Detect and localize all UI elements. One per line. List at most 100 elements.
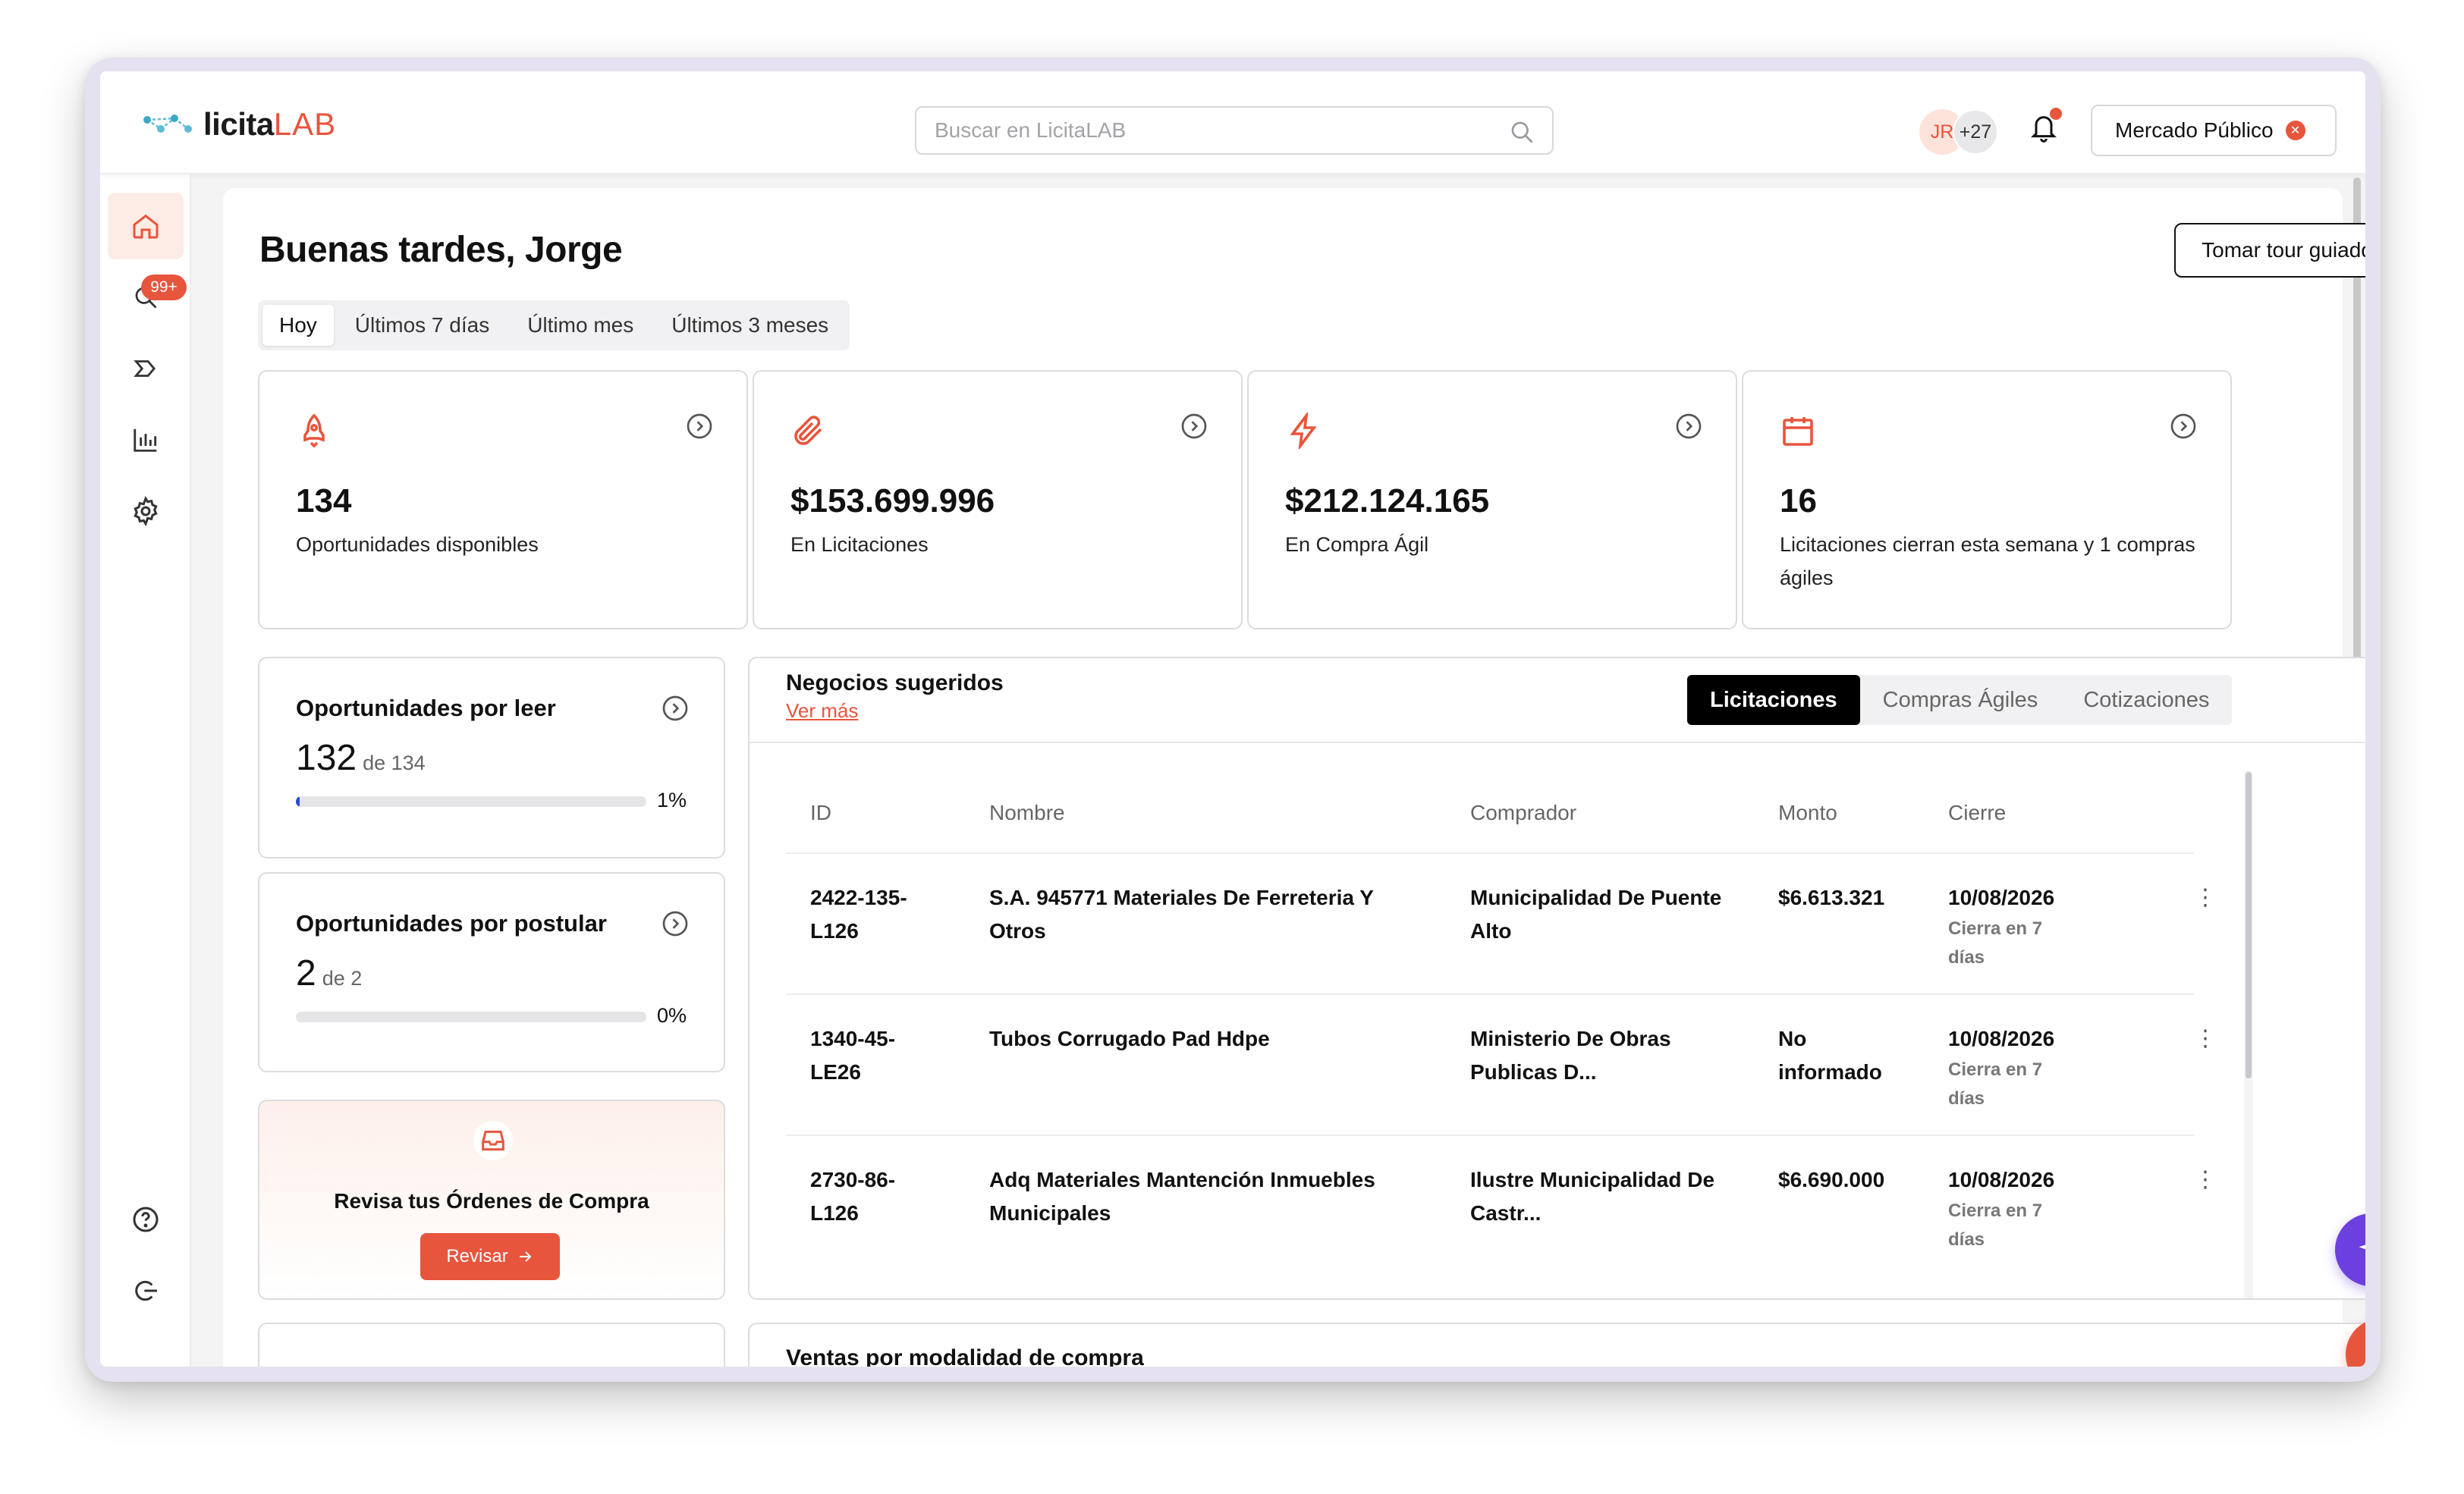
suggested-business-panel: Negocios sugeridos Ver más Licitaciones … bbox=[748, 657, 2365, 1300]
rocket-icon bbox=[303, 413, 325, 448]
divider bbox=[750, 742, 2365, 743]
more-options-icon[interactable]: ⋮ bbox=[2194, 1025, 2217, 1052]
more-options-icon[interactable]: ⋮ bbox=[2194, 1166, 2217, 1193]
cell-close-sub: Cierra en 7 días bbox=[1948, 1056, 2054, 1113]
cell-id: 2730-86- L126 bbox=[810, 1163, 895, 1230]
tab-ultimos-3-meses[interactable]: Últimos 3 meses bbox=[655, 305, 845, 346]
stat-label: En Compra Ágil bbox=[1285, 533, 1429, 556]
cell-close-sub: Cierra en 7 días bbox=[1948, 1197, 2054, 1254]
sidebar-item-home[interactable] bbox=[108, 193, 184, 259]
cell-id-line2: LE26 bbox=[810, 1060, 861, 1084]
cell-amount: No informado bbox=[1778, 1022, 1882, 1089]
date-range-tabs: Hoy Últimos 7 días Último mes Últimos 3 … bbox=[258, 300, 850, 350]
review-orders-label: Revisar bbox=[446, 1246, 508, 1266]
arrow-circle-icon[interactable] bbox=[684, 411, 715, 441]
sidebar-item-settings[interactable] bbox=[108, 478, 184, 545]
close-icon[interactable]: ✕ bbox=[2285, 121, 2305, 140]
cell-amount-line1: $6.690.000 bbox=[1778, 1168, 1885, 1191]
arrow-circle-icon[interactable] bbox=[2168, 411, 2198, 441]
page-title: Buenas tardes, Jorge bbox=[259, 230, 623, 270]
cell-close-sub-line1: Cierra en 7 bbox=[1948, 918, 2043, 939]
arrow-right-icon bbox=[519, 1251, 532, 1262]
cell-buyer-line2: Publicas D... bbox=[1470, 1060, 1597, 1084]
avatar-more-count[interactable]: +27 bbox=[1953, 109, 1998, 155]
sidebar-item-search[interactable]: 99+ bbox=[108, 264, 187, 331]
count-value: 132 de 134 bbox=[296, 737, 426, 779]
column-header-name[interactable]: Nombre bbox=[989, 801, 1065, 825]
tab-licitaciones[interactable]: Licitaciones bbox=[1687, 675, 1860, 725]
progress-bar bbox=[296, 796, 646, 807]
count-total: de 2 bbox=[322, 967, 363, 990]
cell-name-line2: Municipales bbox=[989, 1201, 1111, 1225]
stat-card-closing-this-week[interactable]: 16 Licitaciones cierran esta semana y 1 … bbox=[1742, 370, 2232, 629]
paperclip-icon bbox=[794, 416, 822, 445]
arrow-circle-icon[interactable] bbox=[1179, 411, 1209, 441]
cell-name-line1: Tubos Corrugado Pad Hdpe bbox=[989, 1027, 1270, 1050]
sidebar-item-pipeline[interactable] bbox=[108, 335, 184, 402]
logo-text: licitaLAB bbox=[203, 106, 336, 143]
tab-compras-agiles[interactable]: Compras Ágiles bbox=[1860, 675, 2061, 725]
table-row[interactable]: 2422-135- L126 S.A. 945771 Materiales De … bbox=[786, 852, 2217, 993]
tab-ultimo-mes[interactable]: Último mes bbox=[511, 305, 650, 346]
search-input[interactable] bbox=[916, 108, 1493, 153]
calendar-icon bbox=[1783, 417, 1813, 446]
cell-name-line1: S.A. 945771 Materiales De Ferreteria Y bbox=[989, 886, 1374, 909]
progress-bar bbox=[296, 1012, 646, 1022]
count-number: 132 bbox=[296, 738, 357, 778]
see-more-link[interactable]: Ver más bbox=[786, 699, 858, 723]
review-orders-button[interactable]: Revisar bbox=[420, 1233, 560, 1280]
sidebar: 99+ bbox=[100, 174, 191, 1367]
logo[interactable]: licitaLAB bbox=[143, 106, 336, 143]
sidebar-item-analytics[interactable] bbox=[108, 406, 184, 473]
stat-card-opportunities[interactable]: 134 Oportunidades disponibles bbox=[258, 370, 748, 629]
column-header-buyer[interactable]: Comprador bbox=[1470, 801, 1576, 825]
card-title: Oportunidades por postular bbox=[296, 910, 607, 937]
cell-buyer-line1: Ministerio De Obras bbox=[1470, 1027, 1671, 1050]
cell-id-line1: 2422-135- bbox=[810, 886, 907, 909]
gear-icon bbox=[134, 496, 158, 526]
arrow-circle-icon[interactable] bbox=[660, 693, 690, 723]
column-header-amount[interactable]: Monto bbox=[1778, 801, 1837, 825]
tab-ultimos-7-dias[interactable]: Últimos 7 días bbox=[338, 305, 506, 346]
help-icon bbox=[133, 1207, 159, 1232]
cell-buyer: Ilustre Municipalidad De Castr... bbox=[1470, 1163, 1714, 1230]
cell-amount-line2: informado bbox=[1778, 1060, 1882, 1084]
column-header-id[interactable]: ID bbox=[810, 801, 831, 825]
column-header-close[interactable]: Cierre bbox=[1948, 801, 2006, 825]
sidebar-item-logout[interactable] bbox=[108, 1257, 184, 1324]
cell-close: 10/08/2026 Cierra en 7 días bbox=[1948, 1022, 2054, 1113]
card-opportunities-to-read[interactable]: Oportunidades por leer 132 de 134 1% bbox=[258, 657, 725, 858]
logo-mark-icon bbox=[143, 115, 192, 133]
cell-id-line2: L126 bbox=[810, 1201, 859, 1225]
cell-amount: $6.613.321 bbox=[1778, 881, 1884, 915]
count-number: 2 bbox=[296, 953, 316, 993]
inbox-icon bbox=[473, 1121, 513, 1160]
suggested-tabs: Licitaciones Compras Ágiles Cotizaciones bbox=[1687, 675, 2233, 725]
table-scrollbar-thumb[interactable] bbox=[2246, 772, 2252, 1078]
table-row[interactable]: 2730-86- L126 Adq Materiales Mantención I… bbox=[786, 1135, 2217, 1276]
stat-card-licitaciones[interactable]: $153.699.996 En Licitaciones bbox=[753, 370, 1243, 629]
sidebar-item-help[interactable] bbox=[108, 1186, 184, 1253]
cell-buyer: Ministerio De Obras Publicas D... bbox=[1470, 1022, 1671, 1089]
cell-id: 2422-135- L126 bbox=[810, 881, 907, 948]
more-options-icon[interactable]: ⋮ bbox=[2194, 884, 2217, 911]
arrow-circle-icon[interactable] bbox=[1674, 411, 1704, 441]
logo-text-lab: LAB bbox=[273, 106, 337, 142]
stat-label: En Licitaciones bbox=[790, 533, 929, 556]
arrow-circle-icon[interactable] bbox=[660, 909, 690, 939]
card-opportunities-to-apply[interactable]: Oportunidades por postular 2 de 2 0% bbox=[258, 872, 725, 1072]
app-root: licitaLAB JR +27 Mercado Público ✕ 99+ bbox=[100, 71, 2365, 1367]
sales-by-modality-card: Ventas por modalidad de compra bbox=[748, 1323, 2365, 1367]
tab-cotizaciones[interactable]: Cotizaciones bbox=[2060, 675, 2232, 725]
table-row[interactable]: 1340-45- LE26 Tubos Corrugado Pad Hdpe Mi… bbox=[786, 993, 2217, 1135]
tab-hoy[interactable]: Hoy bbox=[262, 305, 334, 346]
stat-card-compra-agil[interactable]: $212.124.165 En Compra Ágil bbox=[1247, 370, 1737, 629]
logo-text-licita: licita bbox=[203, 106, 274, 142]
cell-close: 10/08/2026 Cierra en 7 días bbox=[1948, 881, 2054, 972]
purchase-orders-card: Revisa tus Órdenes de Compra Revisar bbox=[258, 1100, 725, 1300]
market-selector-button[interactable]: Mercado Público ✕ bbox=[2091, 105, 2337, 156]
guided-tour-button[interactable]: Tomar tour guiado bbox=[2174, 223, 2365, 278]
cell-name: Adq Materiales Mantención Inmuebles Munic… bbox=[989, 1163, 1375, 1230]
top-bar: licitaLAB JR +27 Mercado Público ✕ bbox=[100, 71, 2365, 174]
search-icon[interactable] bbox=[1508, 118, 1535, 146]
